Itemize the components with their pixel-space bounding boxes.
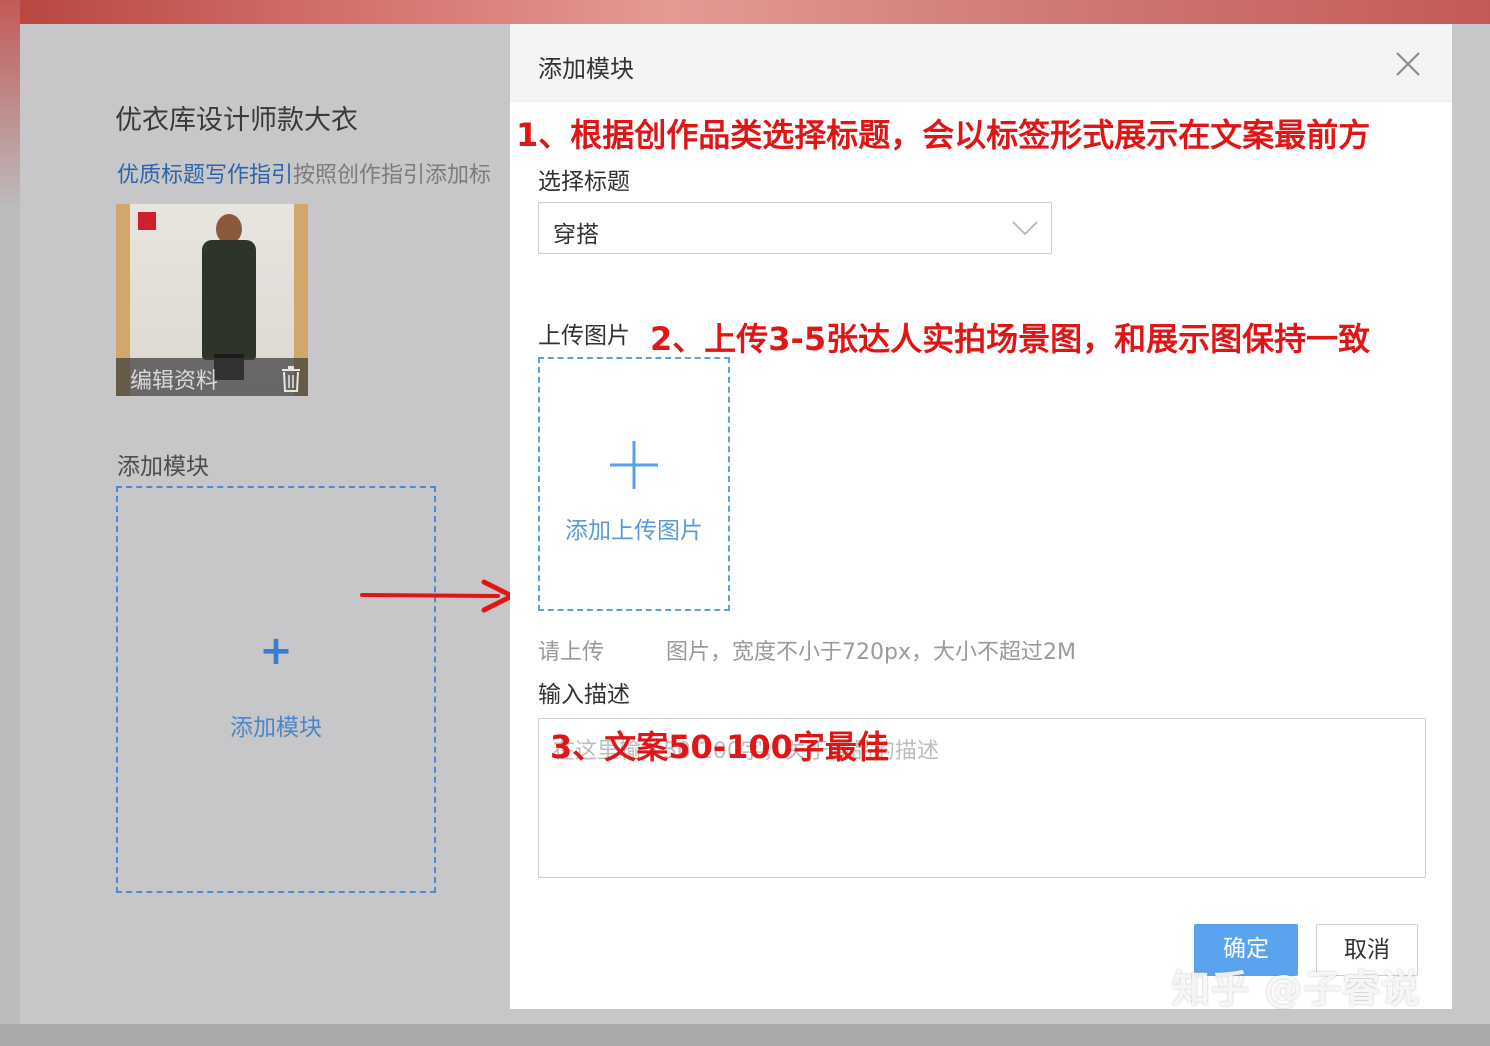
- description-label: 输入描述: [538, 682, 630, 708]
- annotation-note-2: 2、上传3-5张达人实拍场景图，和展示图保持一致: [650, 320, 1371, 358]
- title-select[interactable]: 穿搭: [538, 202, 1052, 254]
- upload-image-label: 上传图片: [538, 323, 630, 349]
- chevron-down-icon: [1012, 221, 1038, 236]
- left-decoration-strip: [0, 0, 20, 1046]
- annotation-note-3: 3、文案50-100字最佳: [550, 728, 889, 766]
- guide-link[interactable]: 优质标题写作指引: [117, 163, 293, 188]
- guide-text: 按照创作指引添加标: [293, 163, 492, 188]
- watermark: 知乎 @子睿说: [1172, 967, 1421, 1011]
- top-decoration-strip: [0, 0, 1490, 24]
- upload-image-button[interactable]: 添加上传图片: [538, 357, 730, 611]
- add-module-dialog: 添加模块 1、根据创作品类选择标题，会以标签形式展示在文案最前方 选择标题 穿搭…: [510, 24, 1452, 1009]
- add-module-button[interactable]: + 添加模块: [116, 486, 436, 893]
- plus-icon: +: [259, 628, 293, 674]
- bottom-decoration-strip: [0, 1024, 1490, 1046]
- guide-line: 优质标题写作指引按照创作指引添加标: [117, 157, 510, 189]
- plus-icon: [610, 441, 658, 489]
- dialog-header: 添加模块: [510, 24, 1452, 102]
- section-label-add-module: 添加模块: [117, 454, 209, 480]
- thumbnail-overlay: 编辑资料: [116, 358, 308, 396]
- dialog-title: 添加模块: [538, 55, 634, 83]
- add-module-label: 添加模块: [230, 715, 322, 741]
- item-title: 优衣库设计师款大衣: [115, 105, 358, 136]
- upload-image-label-text: 添加上传图片: [565, 518, 703, 544]
- model-coat: [202, 240, 256, 360]
- upload-hint-suffix: 图片，宽度不小于720px，大小不超过2M: [666, 640, 1076, 665]
- edit-info-button[interactable]: 编辑资料: [130, 363, 218, 395]
- title-select-value: 穿搭: [553, 222, 599, 248]
- brand-logo-icon: [138, 212, 156, 230]
- annotation-note-1: 1、根据创作品类选择标题，会以标签形式展示在文案最前方: [516, 116, 1371, 154]
- close-icon[interactable]: [1394, 50, 1422, 78]
- product-thumbnail[interactable]: 编辑资料: [116, 204, 308, 396]
- trash-icon[interactable]: [280, 366, 302, 392]
- red-arrow-annotation: [360, 579, 515, 613]
- select-title-label: 选择标题: [538, 169, 630, 195]
- upload-hint-prefix: 请上传: [538, 640, 605, 665]
